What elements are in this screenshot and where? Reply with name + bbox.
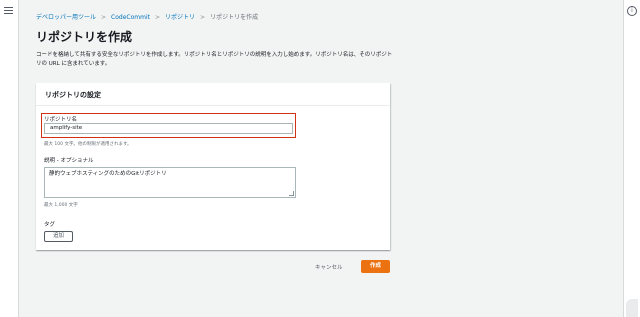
description-label: 説明 - オプショナル: [44, 158, 94, 164]
repository-name-input[interactable]: amplify-site: [44, 123, 293, 134]
description-text: 静的ウェブホスティングのためのGitリポジトリ: [49, 171, 167, 177]
right-tools-rail: i: [623, 0, 640, 317]
breadcrumb: デベロッパー用ツール > CodeCommit > リポジトリ > リポジトリを作成: [36, 12, 258, 21]
breadcrumb-codecommit[interactable]: CodeCommit: [111, 14, 150, 21]
breadcrumb-repositories[interactable]: リポジトリ: [165, 14, 195, 21]
card-title: リポジトリの設定: [45, 91, 101, 99]
card-header: リポジトリの設定: [36, 83, 390, 106]
info-icon[interactable]: i: [627, 6, 637, 16]
scroll-thumb[interactable]: [626, 299, 638, 317]
description-textarea[interactable]: 静的ウェブホスティングのためのGitリポジトリ: [44, 167, 296, 198]
breadcrumb-devtools[interactable]: デベロッパー用ツール: [36, 14, 96, 21]
repository-name-hint: 最大 100 文字。他の制限が適用されます。: [44, 142, 132, 147]
page-description: コードを格納して共有する安全なリポジトリを作成します。リポジトリ名とリポジトリの…: [36, 52, 393, 67]
add-tag-button[interactable]: 追加: [44, 231, 73, 242]
tags-label: タグ: [44, 222, 56, 228]
breadcrumb-separator: >: [200, 14, 206, 21]
breadcrumb-separator: >: [101, 14, 107, 21]
create-button[interactable]: 作成: [361, 260, 390, 273]
breadcrumb-separator: >: [154, 14, 161, 21]
cancel-button[interactable]: キャンセル: [315, 263, 343, 271]
repository-name-label: リポジトリ名: [44, 117, 78, 123]
breadcrumb-current: リポジトリを作成: [210, 14, 259, 21]
page-title: リポジトリを作成: [36, 30, 133, 44]
left-nav-rail: [0, 0, 19, 317]
description-hint: 最大 1,000 文字: [44, 203, 78, 208]
resize-handle-icon[interactable]: [289, 191, 294, 196]
repository-settings-card: リポジトリの設定 リポジトリ名 amplify-site 最大 100 文字。他…: [36, 83, 390, 250]
hamburger-menu-icon[interactable]: [4, 7, 13, 14]
